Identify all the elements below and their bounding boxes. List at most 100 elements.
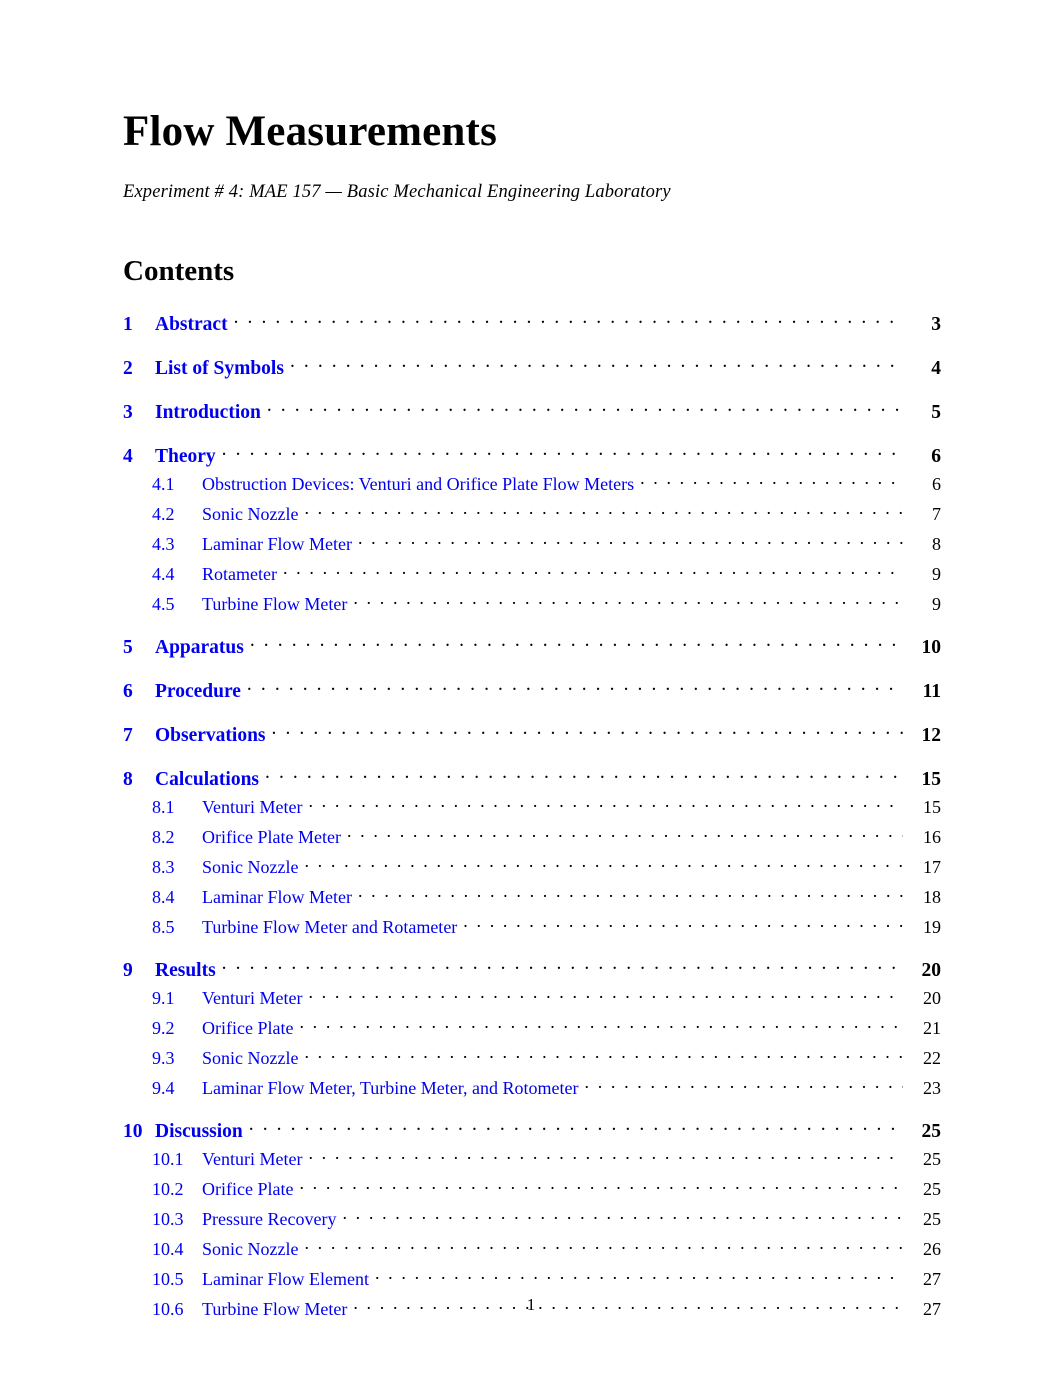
toc-dot-leader (272, 721, 903, 741)
toc-section-row[interactable]: 5 Apparatus 10 (123, 633, 941, 659)
toc-entry-label[interactable]: Venturi Meter (202, 988, 302, 1009)
toc-section-row[interactable]: 1 Abstract 3 (123, 310, 941, 336)
toc-dot-leader (308, 1147, 903, 1165)
document-page: Flow Measurements Experiment # 4: MAE 15… (0, 0, 1062, 1377)
toc-subsection-row[interactable]: 4.4 Rotameter 9 (123, 562, 941, 585)
toc-entry-label[interactable]: Laminar Flow Meter (202, 534, 352, 555)
toc-section-row[interactable]: 8 Calculations 15 (123, 765, 941, 791)
toc-entry-number: 10 (123, 1120, 143, 1142)
toc-subsection-row[interactable]: 4.3 Laminar Flow Meter 8 (123, 532, 941, 555)
toc-entry-page-number: 4 (931, 357, 941, 379)
toc-dot-leader (358, 532, 903, 550)
toc-entry-page-number: 15 (921, 768, 942, 790)
toc-entry-page-number: 18 (923, 886, 941, 907)
toc-subsection-row[interactable]: 4.5 Turbine Flow Meter 9 (123, 592, 941, 615)
toc-subsection-row[interactable]: 4.1 Obstruction Devices: Venturi and Orif… (123, 472, 941, 495)
toc-entry-label[interactable]: Turbine Flow Meter (202, 594, 347, 615)
toc-section-row[interactable]: 2 List of Symbols 4 (123, 354, 941, 380)
toc-entry-label[interactable]: Results (155, 960, 216, 982)
toc-dot-leader (304, 502, 903, 520)
toc-entry-label[interactable]: Abstract (155, 314, 228, 336)
toc-subsection-row[interactable]: 9.3 Sonic Nozzle 22 (123, 1046, 941, 1069)
toc-dot-leader (267, 398, 903, 418)
toc-entry-label[interactable]: Laminar Flow Meter (202, 887, 352, 908)
toc-dot-leader (250, 633, 903, 653)
toc-dot-leader (304, 855, 903, 873)
toc-dot-leader (308, 795, 903, 813)
toc-entry-label[interactable]: Orifice Plate (202, 1018, 293, 1039)
toc-entry-number: 10.2 (152, 1178, 184, 1199)
toc-subsection-row[interactable]: 8.5 Turbine Flow Meter and Rotameter 19 (123, 915, 941, 938)
toc-entry-label[interactable]: Obstruction Devices: Venturi and Orifice… (202, 474, 634, 495)
toc-subsection-row[interactable]: 9.4 Laminar Flow Meter, Turbine Meter, an… (123, 1076, 941, 1099)
toc-entry-label[interactable]: Turbine Flow Meter and Rotameter (202, 917, 457, 938)
toc-entry-label[interactable]: Discussion (155, 1121, 243, 1143)
toc-entry-number: 10.4 (152, 1238, 184, 1259)
toc-entry-number: 9.3 (152, 1047, 175, 1068)
toc-dot-leader (283, 562, 903, 580)
toc-subsection-row[interactable]: 8.2 Orifice Plate Meter 16 (123, 825, 941, 848)
toc-entry-page-number: 25 (923, 1178, 941, 1199)
toc-dot-leader (640, 472, 903, 490)
toc-entry-label[interactable]: List of Symbols (155, 358, 284, 380)
toc-section-row[interactable]: 3 Introduction 5 (123, 398, 941, 424)
toc-dot-leader (299, 1177, 903, 1195)
toc-entry-page-number: 12 (921, 724, 942, 746)
toc-dot-leader (265, 765, 903, 785)
toc-section-row[interactable]: 9 Results 20 (123, 956, 941, 982)
document-title: Flow Measurements (123, 108, 498, 155)
toc-entry-page-number: 8 (932, 533, 941, 554)
toc-subsection-row[interactable]: 10.3 Pressure Recovery 25 (123, 1207, 941, 1230)
toc-subsection-row[interactable]: 10.4 Sonic Nozzle 26 (123, 1237, 941, 1260)
toc-entry-number: 10.5 (152, 1268, 184, 1289)
toc-subsection-row[interactable]: 9.2 Orifice Plate 21 (123, 1016, 941, 1039)
toc-subsection-row[interactable]: 9.1 Venturi Meter 20 (123, 986, 941, 1009)
toc-entry-page-number: 23 (923, 1077, 941, 1098)
toc-entry-number: 8.2 (152, 826, 175, 847)
toc-entry-number: 8.3 (152, 856, 175, 877)
toc-dot-leader (304, 1237, 903, 1255)
toc-subsection-row[interactable]: 8.3 Sonic Nozzle 17 (123, 855, 941, 878)
toc-entry-label[interactable]: Theory (155, 446, 216, 468)
page-content: Flow Measurements Experiment # 4: MAE 15… (123, 0, 941, 1320)
toc-entry-label[interactable]: Laminar Flow Element (202, 1269, 369, 1290)
toc-dot-leader (304, 1046, 903, 1064)
toc-entry-label[interactable]: Orifice Plate (202, 1179, 293, 1200)
toc-subsection-row[interactable]: 10.1 Venturi Meter 25 (123, 1147, 941, 1170)
toc-entry-number: 3 (123, 401, 133, 423)
toc-entry-label[interactable]: Laminar Flow Meter, Turbine Meter, and R… (202, 1078, 579, 1099)
toc-entry-label[interactable]: Rotameter (202, 564, 277, 585)
toc-entry-number: 5 (123, 636, 133, 658)
toc-subsection-row[interactable]: 8.1 Venturi Meter 15 (123, 795, 941, 818)
toc-subsection-row[interactable]: 10.5 Laminar Flow Element 27 (123, 1267, 941, 1290)
toc-entry-page-number: 6 (932, 473, 941, 494)
toc-entry-label[interactable]: Pressure Recovery (202, 1209, 336, 1230)
toc-entry-label[interactable]: Sonic Nozzle (202, 1048, 298, 1069)
toc-entry-page-number: 7 (932, 503, 941, 524)
toc-section-row[interactable]: 4 Theory 6 (123, 442, 941, 468)
toc-entry-number: 2 (123, 357, 133, 379)
toc-entry-label[interactable]: Venturi Meter (202, 1149, 302, 1170)
toc-entry-label[interactable]: Sonic Nozzle (202, 1239, 298, 1260)
toc-subsection-row[interactable]: 4.2 Sonic Nozzle 7 (123, 502, 941, 525)
toc-entry-label[interactable]: Sonic Nozzle (202, 857, 298, 878)
toc-entry-label[interactable]: Orifice Plate Meter (202, 827, 341, 848)
toc-section-row[interactable]: 10 Discussion 25 (123, 1117, 941, 1143)
toc-entry-number: 4 (123, 445, 133, 467)
toc-entry-label[interactable]: Calculations (155, 769, 259, 791)
toc-dot-leader (342, 1207, 903, 1225)
toc-entry-page-number: 20 (923, 987, 941, 1008)
toc-subsection-row[interactable]: 8.4 Laminar Flow Meter 18 (123, 885, 941, 908)
toc-entry-label[interactable]: Observations (155, 725, 266, 747)
toc-entry-label[interactable]: Procedure (155, 681, 241, 703)
toc-entry-page-number: 3 (931, 313, 941, 335)
toc-entry-label[interactable]: Venturi Meter (202, 797, 302, 818)
toc-entry-label[interactable]: Sonic Nozzle (202, 504, 298, 525)
toc-section-row[interactable]: 6 Procedure 11 (123, 677, 941, 703)
toc-entry-page-number: 5 (931, 401, 941, 423)
toc-entry-page-number: 10 (921, 636, 942, 658)
toc-entry-label[interactable]: Apparatus (155, 637, 244, 659)
toc-section-row[interactable]: 7 Observations 12 (123, 721, 941, 747)
toc-entry-label[interactable]: Introduction (155, 402, 261, 424)
toc-subsection-row[interactable]: 10.2 Orifice Plate 25 (123, 1177, 941, 1200)
